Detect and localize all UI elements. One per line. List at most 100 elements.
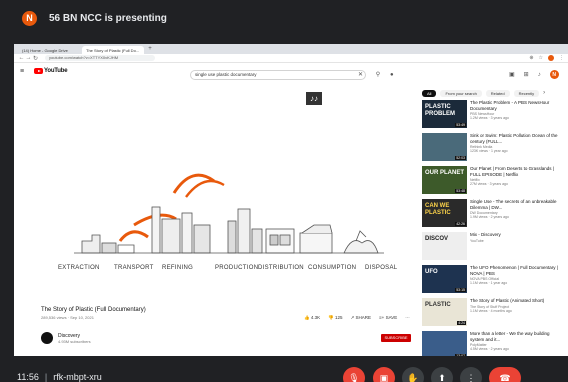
video-duration: 52:03	[455, 156, 466, 160]
stage-label: PRODUCTION	[215, 265, 259, 271]
recommended-title[interactable]: Single Use - The secrets of an unbreakab…	[470, 199, 560, 210]
browser-toolbar: ← → ↻ youtube.com/watch?v=XTTYX0vKJHM ⊕ …	[14, 54, 568, 63]
recommended-title[interactable]: Our Planet | From Deserts to Grasslands …	[470, 166, 560, 177]
related-chips: All From your search Related Recently ›	[422, 90, 545, 97]
raise-hand-button[interactable]: ✋	[402, 367, 424, 382]
video-thumbnail[interactable]: PLASTIC 4:24	[422, 298, 467, 326]
meeting-time: 11:56	[17, 372, 39, 382]
video-player[interactable]: ♪♪ EXTRACTION TRANSPORT REFINING PRODUCT…	[38, 91, 418, 336]
recommended-video[interactable]: CAN WE PLASTIC 42:26 Single Use - The secr…	[422, 199, 562, 230]
hamburger-menu-icon[interactable]: ≡	[20, 68, 30, 75]
bookmark-star-icon[interactable]: ☆	[539, 55, 543, 61]
back-icon[interactable]: ←	[18, 55, 25, 61]
recommended-title[interactable]: The Story of Plastic (Animated Short)	[470, 298, 560, 304]
camera-off-button[interactable]: ▣	[373, 367, 395, 382]
channel-avatar[interactable]	[41, 332, 53, 344]
stage-label: REFINING	[162, 265, 194, 271]
recommended-video[interactable]: 52:03 Sink or Swim: Plastic Pollution Oce…	[422, 133, 562, 164]
music-note-icon: ♪♪	[306, 92, 322, 105]
browser-menu-icon[interactable]: ⋮	[559, 55, 564, 61]
chevron-right-icon[interactable]: ›	[543, 90, 545, 97]
meeting-code: rfk-mbpt-xru	[53, 372, 102, 382]
video-meta: 289,536 views · Sep 10, 2021	[41, 315, 94, 320]
thumbnail-text: OUR PLANET	[425, 170, 464, 176]
shared-screen: (14) Home - Google Drive The Story of Pl…	[14, 44, 568, 356]
video-duration: 4:24	[457, 321, 466, 325]
presenter-bar: N 56 BN NCC is presenting	[0, 0, 568, 36]
browser-tab-youtube[interactable]: The Story of Plastic (Full Do...	[82, 46, 144, 54]
video-duration: 53:49	[455, 123, 466, 127]
video-thumbnail[interactable]: UFO 53:15	[422, 265, 467, 293]
search-icon[interactable]: ⚲	[372, 70, 384, 80]
youtube-logo[interactable]: YouTube	[34, 68, 68, 74]
share-label: SHARE	[355, 315, 372, 320]
recommended-video[interactable]: UFO 53:15 The UFO Phenomenon | Full Docume…	[422, 265, 562, 296]
channel-row: Discovery 4.93M subscribers	[41, 332, 91, 344]
video-thumbnail[interactable]: 52:03	[422, 133, 467, 161]
like-button[interactable]: 👍 4.3K	[304, 315, 320, 321]
recommended-title[interactable]: Mix - Discovery	[470, 232, 560, 238]
plastic-lifecycle-illustration	[74, 173, 384, 254]
recommended-title[interactable]: The UFO Phenomenon | Full Documentary | …	[470, 265, 560, 276]
video-thumbnail[interactable]: CAN WE PLASTIC 42:26	[422, 199, 467, 227]
share-button[interactable]: ↗ SHARE	[351, 315, 372, 321]
raise-hand-icon: ✋	[407, 372, 419, 382]
notifications-bell-icon[interactable]: ♪	[538, 72, 541, 78]
recommended-video[interactable]: DISCOV Mix - Discovery YouTube	[422, 232, 562, 263]
present-button[interactable]: ⬆	[431, 367, 453, 382]
browser-tabstrip: (14) Home - Google Drive The Story of Pl…	[14, 44, 568, 54]
recommended-views: 123K views · 1 year ago	[470, 149, 508, 153]
channel-subscribers: 4.93M subscribers	[58, 338, 91, 344]
voice-search-icon[interactable]: ●	[390, 70, 394, 80]
recommended-views: 1.9M views · 2 years ago	[470, 215, 509, 219]
video-duration: 53:15	[455, 288, 466, 292]
meeting-details[interactable]: 11:56 | rfk-mbpt-xru	[17, 372, 102, 382]
recommended-title[interactable]: More than a letter - We the way building…	[470, 331, 560, 342]
reload-icon[interactable]: ↻	[32, 55, 39, 62]
thumbnail-text: PLASTIC	[425, 302, 451, 308]
more-actions-button[interactable]: ···	[405, 315, 410, 321]
new-tab-button[interactable]: +	[146, 46, 154, 54]
chip-from-search[interactable]: From your search	[440, 90, 482, 97]
address-bar[interactable]: youtube.com/watch?v=XTTYX0vKJHM	[45, 55, 155, 61]
chip-all[interactable]: All	[422, 90, 437, 97]
recommended-video[interactable]: PLASTIC 4:24 The Story of Plastic (Animate…	[422, 298, 562, 329]
recommended-title[interactable]: Sink or Swim: Plastic Pollution Ocean of…	[470, 133, 560, 144]
recommended-video[interactable]: 13:07 More than a letter - We the way bui…	[422, 331, 562, 356]
hang-up-button[interactable]: ☎	[489, 367, 521, 382]
search-input[interactable]: single use plastic documentary	[190, 70, 366, 80]
stage-label: TRANSPORT	[114, 265, 154, 271]
video-thumbnail[interactable]: OUR PLANET 53:48	[422, 166, 467, 194]
chip-related[interactable]: Related	[485, 90, 510, 97]
subscribe-button[interactable]: SUBSCRIBE	[381, 334, 411, 342]
recommended-views: 1.1M views · 4 months ago	[470, 308, 512, 313]
like-count: 4.3K	[310, 315, 321, 320]
recommended-views: 1.1M views · 1 year ago	[470, 281, 508, 285]
stage-label: EXTRACTION	[58, 265, 100, 271]
dislike-button[interactable]: 👎 125	[328, 315, 342, 321]
create-video-icon[interactable]: ▣	[509, 71, 515, 78]
mic-off-button[interactable]: 🎙	[343, 367, 365, 382]
chip-recently[interactable]: Recently	[513, 90, 540, 97]
camera-off-icon: ▣	[379, 372, 389, 382]
recommended-title[interactable]: The Plastic Problem - A PBS NewsHour Doc…	[470, 100, 560, 111]
browser-tab-drive[interactable]: (14) Home - Google Drive	[18, 46, 80, 54]
more-options-button[interactable]: ⋮	[460, 367, 482, 382]
video-thumbnail[interactable]: DISCOV	[422, 232, 467, 260]
video-duration: 53:48	[455, 189, 466, 193]
hang-up-icon: ☎	[499, 372, 511, 382]
recommended-video[interactable]: PLASTIC PROBLEM 53:49 The Plastic Problem …	[422, 100, 562, 131]
apps-grid-icon[interactable]: ⊞	[524, 71, 529, 78]
save-button[interactable]: ≡+ SAVE	[379, 315, 397, 321]
video-thumbnail[interactable]: PLASTIC PROBLEM 53:49	[422, 100, 467, 128]
profile-icon[interactable]	[548, 55, 554, 61]
recommended-views: 27M views · 3 years ago	[470, 182, 508, 186]
clear-search-icon[interactable]: ✕	[358, 71, 363, 78]
extension-icon[interactable]: ⊕	[529, 55, 533, 61]
stage-label: DISTRIBUTION	[258, 265, 304, 271]
forward-icon[interactable]: →	[25, 55, 32, 61]
user-avatar[interactable]: N	[549, 70, 559, 79]
video-thumbnail[interactable]: 13:07	[422, 331, 467, 356]
recommended-video[interactable]: OUR PLANET 53:48 Our Planet | From Deserts…	[422, 166, 562, 197]
meet-controls-bar: 11:56 | rfk-mbpt-xru 🎙 ▣ ✋ ⬆ ⋮ ☎	[0, 358, 568, 382]
